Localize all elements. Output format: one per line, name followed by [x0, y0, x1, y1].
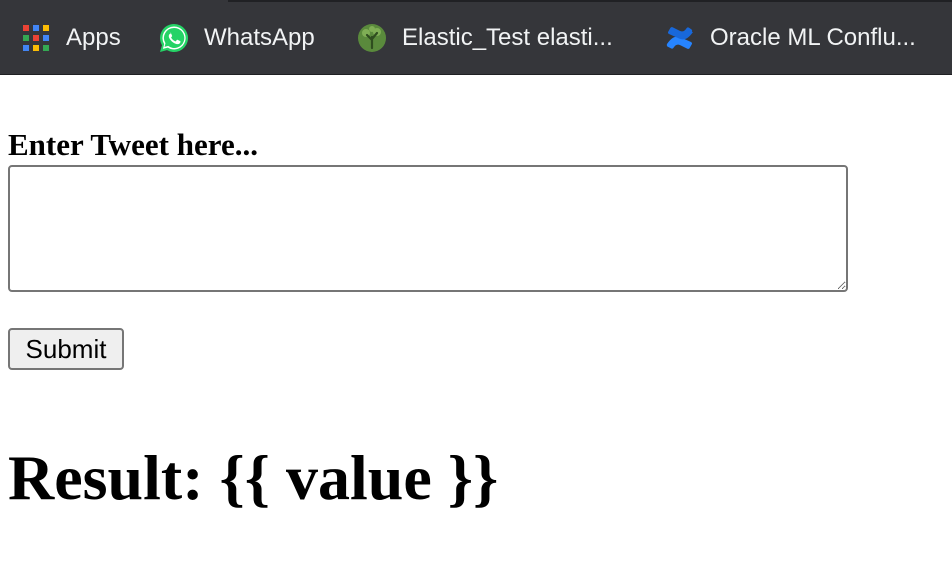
tweet-input[interactable]: [8, 165, 848, 292]
bookmark-whatsapp[interactable]: WhatsApp: [158, 18, 315, 58]
bookmark-oracle-ml-confluence[interactable]: Oracle ML Conflu...: [664, 18, 916, 58]
submit-button[interactable]: Submit: [8, 328, 124, 370]
bookmark-apps[interactable]: Apps: [20, 18, 121, 58]
whatsapp-icon: [158, 22, 190, 54]
result-heading: Result: {{ value }}: [8, 442, 499, 513]
confluence-icon: [664, 22, 696, 54]
bookmark-elastic-test[interactable]: Elastic_Test elasti...: [356, 18, 613, 58]
bookmarks-bar: Apps WhatsApp Elastic_Test elasti... Ora…: [0, 0, 952, 75]
bookmark-label: Oracle ML Conflu...: [710, 24, 916, 51]
elastic-tree-icon: [356, 22, 388, 54]
tab-strip-edge: [228, 0, 952, 2]
apps-grid-icon: [20, 22, 52, 54]
tweet-input-label: Enter Tweet here...: [8, 127, 258, 162]
bookmark-label: WhatsApp: [204, 24, 315, 51]
bookmark-label: Apps: [66, 24, 121, 51]
bookmark-label: Elastic_Test elasti...: [402, 24, 613, 51]
